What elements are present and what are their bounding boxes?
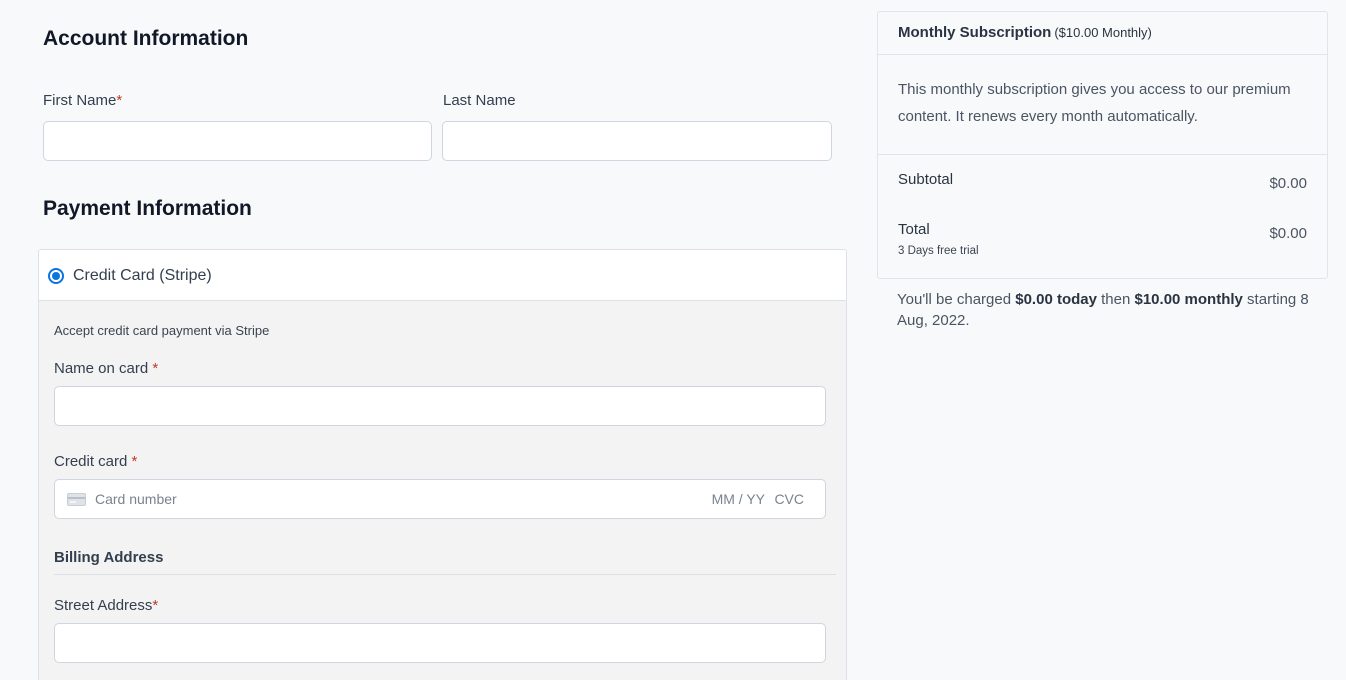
account-information-heading: Account Information <box>43 27 249 50</box>
summary-divider <box>878 154 1327 155</box>
street-address-label: Street Address* <box>54 597 158 614</box>
credit-card-label: Credit card * <box>54 453 137 470</box>
required-marker: * <box>116 92 123 109</box>
charge-middle: then <box>1096 291 1135 308</box>
billing-address-heading: Billing Address <box>54 549 164 566</box>
last-name-input[interactable] <box>442 121 832 161</box>
subscription-title: Monthly Subscription ($10.00 Monthly) <box>898 24 1152 41</box>
charge-notice: You'll be charged $0.00 today then $10.0… <box>897 289 1317 331</box>
payment-method-option[interactable]: Credit Card (Stripe) <box>39 250 846 301</box>
summary-header: Monthly Subscription ($10.00 Monthly) <box>878 12 1327 55</box>
billing-divider <box>54 574 836 575</box>
charge-prefix: You'll be charged <box>897 291 1016 308</box>
name-on-card-label: Name on card * <box>54 360 158 377</box>
payment-method-description: Accept credit card payment via Stripe <box>54 323 270 338</box>
required-marker: * <box>148 360 159 377</box>
total-label: Total <box>898 221 930 238</box>
street-address-label-text: Street Address <box>54 597 153 614</box>
checkout-page: Account Information First Name* Last Nam… <box>0 0 1346 680</box>
street-address-input[interactable] <box>54 623 826 663</box>
payment-method-panel: Credit Card (Stripe) Accept credit card … <box>38 249 847 680</box>
total-value: $0.00 <box>1269 225 1307 242</box>
first-name-label-text: First Name <box>43 92 117 109</box>
payment-method-label[interactable]: Credit Card (Stripe) <box>73 267 212 285</box>
first-name-label: First Name* <box>43 92 122 109</box>
name-on-card-input[interactable] <box>54 386 826 426</box>
subscription-name: Monthly Subscription <box>898 24 1052 41</box>
charge-today-amount: $0.00 today <box>1015 291 1097 308</box>
credit-card-input[interactable]: Card number MM / YY CVC <box>54 479 826 519</box>
credit-card-icon <box>67 493 86 506</box>
subtotal-label: Subtotal <box>898 171 954 188</box>
required-marker: * <box>127 453 138 470</box>
payment-information-heading: Payment Information <box>43 197 252 220</box>
free-trial-note: 3 Days free trial <box>898 245 979 257</box>
name-on-card-label-text: Name on card <box>54 360 149 377</box>
checkout-form: Account Information First Name* Last Nam… <box>0 0 860 680</box>
order-summary-card: Monthly Subscription ($10.00 Monthly) Thi… <box>877 11 1328 279</box>
card-number-placeholder[interactable]: Card number <box>95 491 177 507</box>
first-name-input[interactable] <box>43 121 432 161</box>
charge-monthly-amount: $10.00 monthly <box>1134 291 1243 308</box>
card-expiry-placeholder[interactable]: MM / YY <box>712 491 765 507</box>
subtotal-value: $0.00 <box>1269 175 1307 192</box>
credit-card-label-text: Credit card <box>54 453 128 470</box>
subscription-description: This monthly subscription gives you acce… <box>898 81 1291 125</box>
required-marker: * <box>152 597 159 614</box>
card-cvc-placeholder[interactable]: CVC <box>774 491 804 507</box>
last-name-label: Last Name <box>443 92 516 109</box>
subscription-price-note: ($10.00 Monthly) <box>1054 25 1152 40</box>
stripe-radio-button[interactable] <box>48 268 64 284</box>
